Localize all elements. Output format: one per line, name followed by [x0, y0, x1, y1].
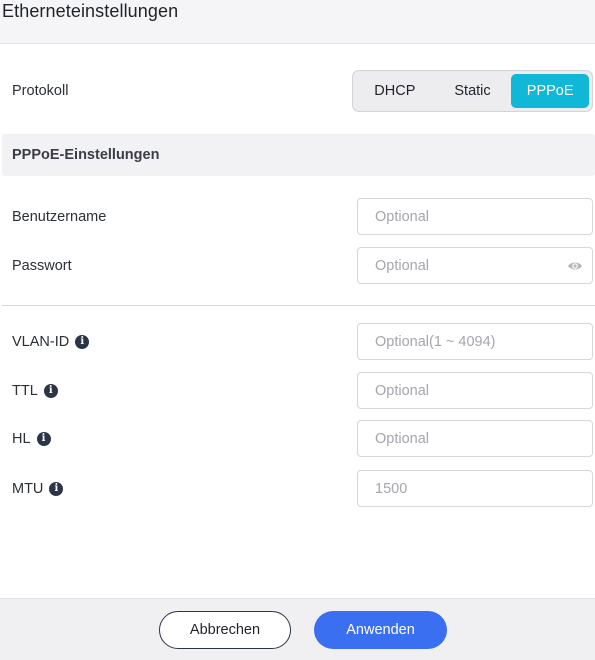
section-divider [2, 305, 595, 306]
mtu-label-row: MTU i [12, 481, 64, 497]
password-label: Passwort [12, 258, 72, 274]
ttl-info-icon[interactable]: i [43, 384, 58, 398]
cancel-button[interactable]: Abbrechen [159, 611, 291, 649]
eye-icon[interactable] [567, 259, 583, 273]
hl-info-icon[interactable]: i [36, 432, 51, 446]
hl-field-wrapper [357, 420, 593, 457]
password-input[interactable] [358, 248, 592, 283]
hl-label: HL [12, 431, 31, 447]
pppoe-section-header: PPPoE-Einstellungen [2, 134, 595, 176]
hl-input[interactable] [358, 421, 592, 456]
username-input[interactable] [358, 199, 592, 234]
vlan-id-info-icon[interactable]: i [75, 335, 90, 349]
vlan-id-field-wrapper [357, 323, 593, 360]
username-label: Benutzername [12, 209, 107, 225]
pppoe-section-title: PPPoE-Einstellungen [12, 147, 160, 163]
vlan-id-label: VLAN-ID [12, 334, 70, 350]
mtu-info-icon[interactable]: i [49, 482, 64, 496]
protocol-segmented-control: DHCP Static PPPoE [352, 70, 593, 112]
ttl-field-wrapper [357, 372, 593, 409]
ttl-label: TTL [12, 383, 38, 399]
title-bar: Etherneteinstellungen [0, 0, 595, 44]
protocol-option-dhcp[interactable]: DHCP [356, 74, 434, 108]
hl-label-row: HL i [12, 431, 51, 447]
ttl-input[interactable] [358, 373, 592, 408]
vlan-id-label-row: VLAN-ID i [12, 334, 90, 350]
mtu-input[interactable] [358, 471, 592, 506]
apply-button[interactable]: Anwenden [314, 611, 447, 649]
vlan-id-input[interactable] [358, 324, 592, 359]
page-title: Etherneteinstellungen [2, 1, 179, 21]
mtu-label: MTU [12, 481, 44, 497]
protocol-option-pppoe[interactable]: PPPoE [511, 74, 590, 108]
dialog-footer: Abbrechen Anwenden [0, 598, 595, 660]
protocol-option-static[interactable]: Static [434, 74, 512, 108]
mtu-field-wrapper [357, 470, 593, 507]
protocol-label: Protokoll [12, 83, 69, 99]
ttl-label-row: TTL i [12, 383, 58, 399]
password-field-wrapper [357, 247, 593, 284]
username-field-wrapper [357, 198, 593, 235]
